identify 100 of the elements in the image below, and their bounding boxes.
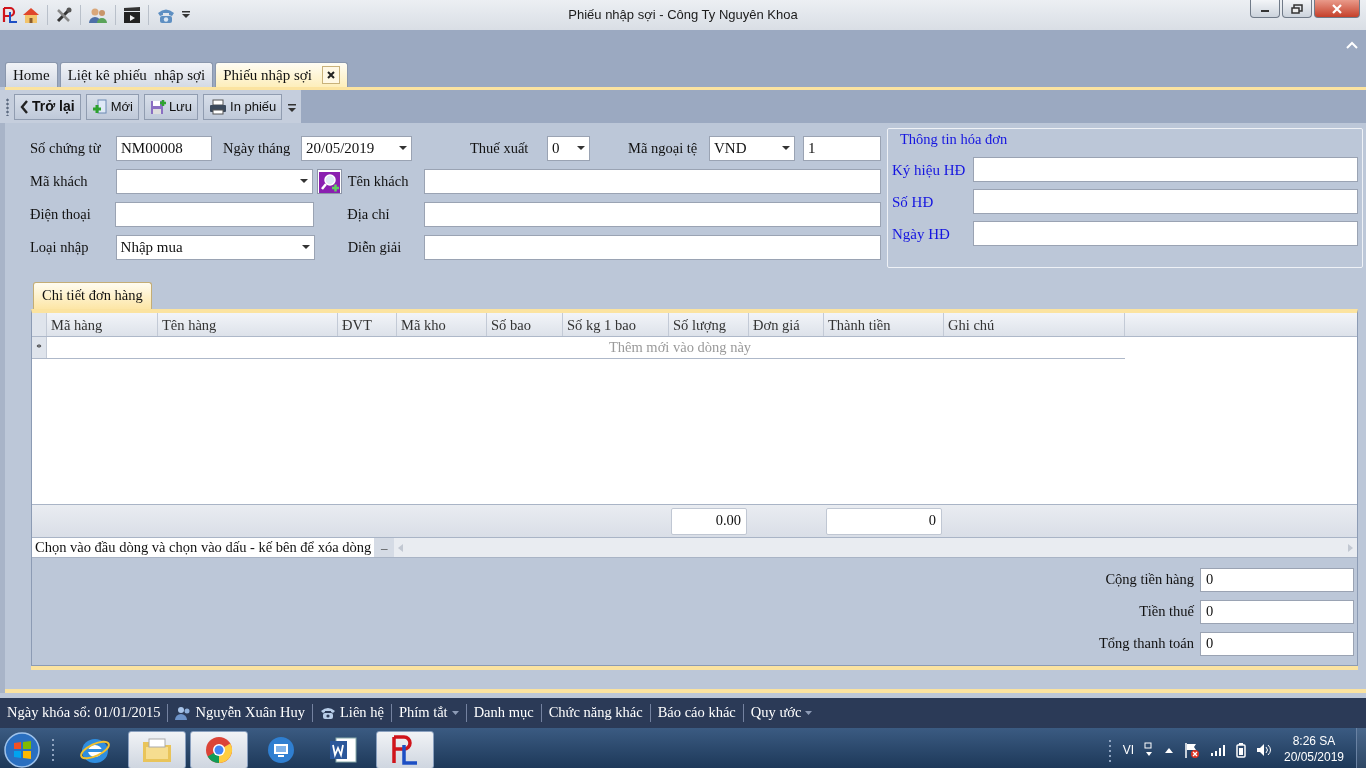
field-label: Thuế xuất [470, 138, 530, 158]
dropdown-field[interactable]: Nhập mua [115, 235, 315, 260]
input-field[interactable] [972, 157, 1358, 183]
column-header[interactable]: Mã kho [397, 313, 487, 336]
chrome-icon [204, 734, 234, 765]
close-icon [1331, 3, 1343, 14]
field-label: Ngày tháng [223, 138, 292, 158]
dropdown-arrow-icon[interactable] [299, 179, 308, 184]
tools-icon[interactable] [55, 6, 73, 24]
status-menu-item[interactable]: Báo cáo khác [649, 704, 743, 722]
dropdown-field[interactable]: 0 [547, 136, 590, 161]
input-field[interactable] [972, 221, 1358, 247]
field-label: Số HĐ [892, 192, 935, 212]
column-header[interactable]: ĐVT [338, 313, 397, 336]
input-field[interactable] [424, 235, 881, 260]
restore-button[interactable] [1282, 0, 1312, 18]
toolbar-button[interactable]: In phiếu [203, 93, 283, 120]
total-field[interactable]: 0 [1200, 632, 1354, 656]
column-header[interactable]: Thành tiền [824, 313, 944, 336]
battery-icon[interactable] [1236, 741, 1246, 758]
dropdown-field[interactable] [115, 169, 313, 194]
summary-field: 0.00 [671, 507, 747, 535]
monitor-icon [266, 734, 296, 765]
dropdown-arrow-icon [805, 711, 813, 715]
field-label: Mã ngoại tệ [628, 138, 699, 158]
input-field[interactable]: 1 [803, 136, 881, 161]
detail-tab[interactable]: Chi tiết đơn hàng [33, 282, 152, 309]
total-field[interactable]: 0 [1200, 568, 1354, 592]
toolbar-button[interactable]: Mới [85, 93, 139, 120]
taskbar-app-button[interactable] [376, 730, 434, 768]
delete-row-button[interactable]: – [374, 538, 395, 557]
dropdown-arrow-icon[interactable] [301, 245, 310, 250]
status-menu-item[interactable]: Phím tắt [390, 704, 466, 722]
toolbar-button[interactable]: Trở lại [14, 93, 81, 120]
new-row-marker: * [32, 337, 47, 358]
phone-icon [320, 706, 336, 720]
column-header[interactable]: Đơn giá [749, 313, 824, 336]
input-field[interactable] [424, 169, 881, 194]
row-header-corner [32, 313, 47, 336]
column-header[interactable]: Số kg 1 bao [563, 313, 669, 336]
summary-field: 0 [826, 507, 942, 535]
input-field[interactable] [972, 189, 1358, 215]
status-menu-item[interactable]: Danh mục [465, 704, 541, 722]
search-customer-button[interactable] [316, 169, 342, 194]
users-icon[interactable] [88, 6, 108, 24]
toolbar-button[interactable]: Lưu [143, 93, 199, 120]
horizontal-scrollbar[interactable] [394, 538, 1357, 557]
dropdown-field[interactable]: VND [709, 136, 795, 161]
restore-icon [1291, 3, 1303, 14]
status-text: Ngày khóa sổ: 01/01/2015 [7, 704, 162, 722]
close-button[interactable] [1314, 0, 1360, 18]
signal-icon[interactable] [1210, 742, 1226, 757]
dropdown-field[interactable]: 20/05/2019 [301, 136, 412, 161]
field-label: Số chứng từ [30, 138, 102, 158]
clock-time[interactable]: 8:26 SA [1282, 733, 1346, 750]
total-label: Cộng tiền hàng [1105, 570, 1194, 590]
dropdown-arrow-icon[interactable] [577, 146, 585, 151]
input-field[interactable] [423, 202, 881, 227]
printer-icon [209, 98, 228, 115]
folder-icon [141, 735, 173, 764]
column-header[interactable]: Mã hàng [47, 313, 158, 336]
column-header[interactable]: Ghi chú [944, 313, 1125, 336]
status-menu-item[interactable]: Liên hệ [312, 704, 391, 722]
document-tab[interactable]: Home [5, 62, 58, 87]
scroll-left-icon [398, 543, 404, 552]
taskbar-app-button[interactable] [190, 730, 248, 768]
document-w-icon [328, 734, 358, 765]
status-menu-item[interactable]: Quy ước [742, 704, 820, 722]
field-label: Mã khách [30, 171, 89, 191]
status-menu-item[interactable]: Chức năng khác [540, 704, 650, 722]
close-icon [325, 70, 336, 80]
minimize-button[interactable] [1250, 0, 1280, 18]
field-label: Ngày HĐ [892, 224, 951, 244]
close-tab-button[interactable] [321, 66, 340, 84]
status-menu-item[interactable]: Nguyễn Xuân Huy [167, 704, 312, 722]
dropdown-arrow-icon[interactable] [399, 146, 407, 151]
home-icon[interactable] [22, 6, 40, 24]
grid-hint: Chọn vào đầu dòng và chọn vào dấu - kế bên để xóa dòng [32, 538, 375, 557]
language-indicator[interactable]: VI [1122, 740, 1134, 759]
input-field[interactable]: NM00008 [116, 136, 212, 161]
input-field[interactable] [115, 202, 315, 227]
total-field[interactable]: 0 [1200, 600, 1354, 624]
app-logo-icon[interactable] [2, 6, 18, 24]
tray-menu-icon[interactable] [1144, 741, 1154, 758]
document-tab[interactable]: Phiếu nhập sợi [215, 62, 348, 87]
user-icon [175, 706, 192, 720]
flag-error-icon[interactable] [1184, 741, 1200, 758]
column-header[interactable]: Tên hàng [158, 313, 338, 336]
column-header[interactable]: Số lượng [669, 313, 749, 336]
clock-date[interactable]: 20/05/2019 [1282, 749, 1346, 766]
total-label: Tiền thuế [1139, 602, 1194, 622]
document-tab[interactable]: Liệt kê phiếu nhập sợi [59, 62, 214, 87]
taskbar-app-button[interactable] [128, 730, 186, 768]
window-title: Phiếu nhập sợi - Công Ty Nguyên Khoa [568, 6, 798, 25]
film-icon[interactable] [123, 6, 141, 24]
dropdown-arrow-icon[interactable] [782, 146, 790, 151]
field-label: Địa chỉ [347, 204, 391, 224]
column-header[interactable]: Số bao [487, 313, 563, 336]
total-label: Tổng thanh toán [1098, 634, 1194, 654]
dropdown-caret-icon[interactable] [180, 9, 192, 21]
